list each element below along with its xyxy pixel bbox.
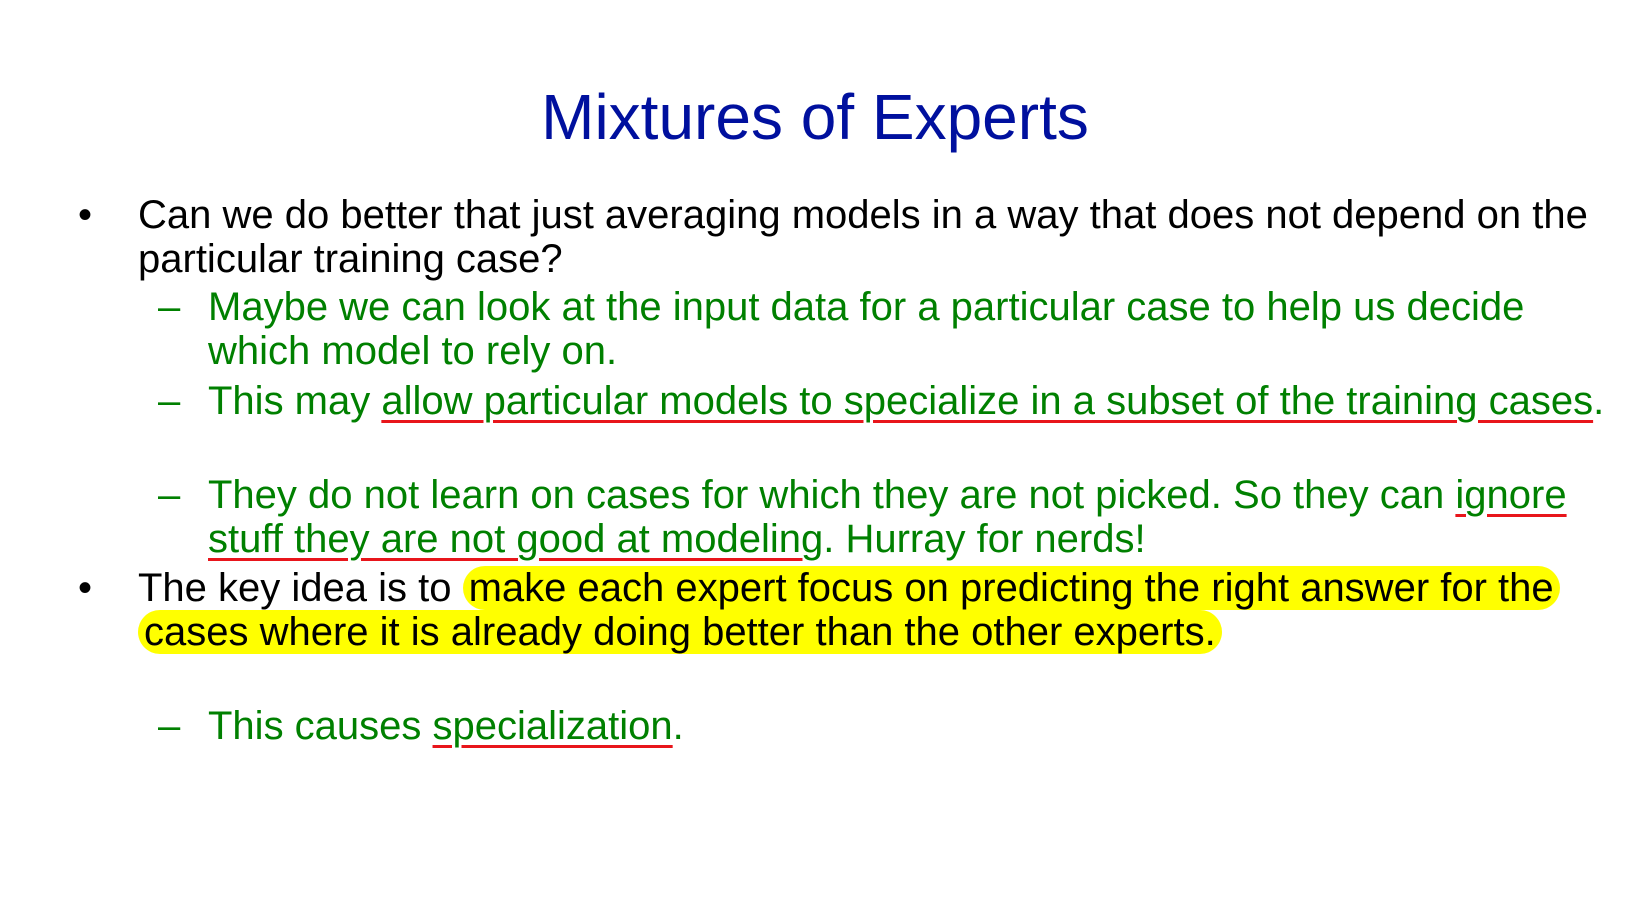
sub-bullet-3-pre: They do not learn on cases for which the… — [208, 473, 1456, 517]
sub-bullet-3-post: . Hurray for nerds! — [823, 517, 1146, 561]
bullet-2-pre: The key idea is to — [138, 566, 463, 610]
sub-bullet-marker: – — [158, 379, 181, 423]
bullet-marker: • — [78, 566, 93, 610]
sub-bullet-marker: – — [158, 285, 181, 329]
sub-bullet-2-pre: This may — [208, 379, 382, 423]
sub-bullet-4-text: This causes specialization. — [208, 704, 1608, 748]
sub-bullet-2-post: . — [1593, 379, 1605, 423]
sub-bullet-4-pre: This causes — [208, 704, 433, 748]
sub-bullet-4-post: . — [672, 704, 684, 748]
sub-bullet-3-text: They do not learn on cases for which the… — [208, 473, 1608, 561]
bullet-1-text: Can we do better that just averaging mod… — [138, 193, 1588, 281]
bullet-marker: • — [78, 193, 93, 237]
sub-bullet-2-underlined: allow particular models to specialize in… — [381, 379, 1594, 423]
slide: Mixtures of Experts • Can we do better t… — [0, 0, 1630, 916]
sub-bullet-4-underlined: specialization — [432, 704, 673, 748]
bullet-2-text: The key idea is to make each expert focu… — [138, 566, 1598, 654]
sub-bullet-2-text: This may allow particular models to spec… — [208, 379, 1608, 423]
sub-bullet-marker: – — [158, 473, 181, 517]
sub-bullet-1-text: Maybe we can look at the input data for … — [208, 285, 1525, 373]
sub-bullet-marker: – — [158, 704, 181, 748]
slide-title: Mixtures of Experts — [541, 81, 1089, 153]
